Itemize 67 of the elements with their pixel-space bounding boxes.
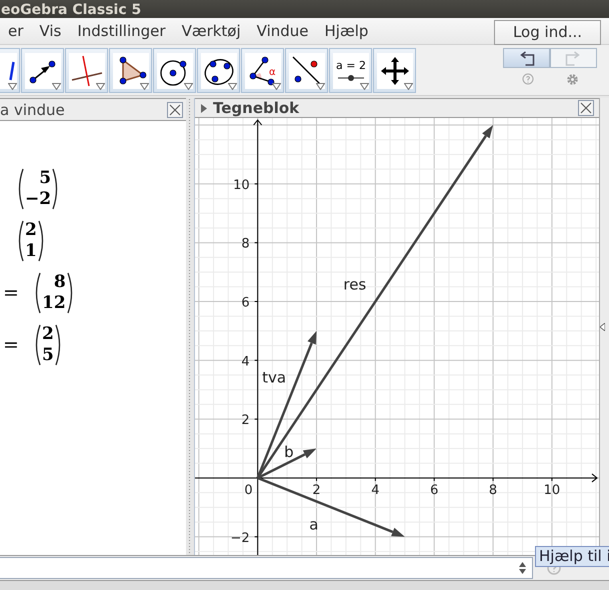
perpendicular-lines-icon: [70, 54, 104, 88]
undo-button[interactable]: [503, 48, 550, 68]
collapse-triangle-icon[interactable]: [600, 322, 605, 330]
vector-component: 12: [42, 292, 66, 314]
vector-component: 5: [39, 168, 52, 188]
tool-button[interactable]: [153, 48, 196, 93]
vector-label: b: [284, 443, 294, 462]
axis-tick-label: 2: [241, 413, 250, 428]
tool-button[interactable]: [21, 48, 64, 93]
dropdown-triangle-icon: [228, 83, 237, 90]
expand-triangle-icon[interactable]: [201, 104, 207, 112]
menu-item[interactable]: Hjælp: [316, 22, 376, 40]
axis-tick-label: 10: [544, 482, 560, 498]
window-title: eoGebra Classic 5: [0, 2, 142, 18]
equals-sign: =: [3, 334, 20, 356]
dropdown-triangle-icon: [316, 83, 325, 90]
dropdown-triangle-icon: [8, 83, 17, 90]
vector-label: tva: [262, 368, 286, 386]
dropdown-triangle-icon: [184, 83, 193, 90]
axis-tick-label: 6: [241, 296, 250, 310]
axis-tick-label: 4: [241, 354, 250, 370]
up-down-arrows-icon[interactable]: [519, 562, 526, 574]
axis-tick-label: 8: [488, 482, 498, 498]
tool-button[interactable]: a = 2: [329, 48, 372, 93]
dropdown-triangle-icon: [140, 83, 149, 90]
tool-button[interactable]: α: [241, 48, 284, 93]
tool-button[interactable]: [285, 48, 328, 93]
axis-tick-label: 4: [371, 482, 380, 498]
tool-button[interactable]: [197, 48, 240, 93]
tool-button[interactable]: [109, 48, 152, 93]
axis-tick-label: 8: [241, 236, 250, 252]
angle-label: α: [268, 66, 276, 78]
panel-title: a vindue: [0, 100, 66, 118]
axis-tick-label: 6: [430, 482, 438, 498]
menu-item[interactable]: Vis: [31, 22, 70, 40]
vector-label: res: [343, 276, 366, 294]
origin-label: 0: [244, 482, 253, 498]
vector-component: 2: [42, 324, 54, 344]
panel-title: Tegneblok: [213, 99, 300, 117]
vector-component: 8: [54, 272, 66, 292]
login-button[interactable]: Log ind...: [494, 20, 601, 44]
axis-tick-label: 10: [233, 178, 250, 193]
dropdown-triangle-icon: [360, 83, 369, 90]
vector-label: a: [309, 515, 318, 534]
tool-button[interactable]: [373, 48, 416, 93]
dropdown-triangle-icon: [52, 83, 61, 90]
input-field[interactable]: [0, 557, 533, 579]
menu-item[interactable]: Vindue: [248, 22, 317, 40]
undo-arrow-icon: [518, 50, 535, 66]
vector-component: −2: [25, 188, 52, 210]
vector-component: 1: [25, 240, 37, 262]
close-icon[interactable]: [167, 102, 183, 118]
pen-stroke-icon: [8, 60, 14, 80]
menu-item[interactable]: er: [0, 22, 32, 40]
equals-sign: =: [3, 282, 20, 304]
dropdown-triangle-icon: [96, 83, 105, 90]
axis-tick-label: 2: [312, 482, 321, 498]
close-icon[interactable]: [578, 100, 594, 116]
redo-arrow-icon: [565, 50, 582, 66]
menu-item[interactable]: Værktøj: [174, 22, 249, 40]
dropdown-triangle-icon: [272, 83, 281, 90]
slider-label: a = 2: [336, 58, 366, 72]
axis-tick-label: −2: [230, 530, 250, 546]
vector-component: 2: [25, 220, 37, 240]
menu-item[interactable]: Indstillinger: [69, 22, 174, 40]
vector-component: 5: [42, 344, 54, 366]
dropdown-triangle-icon: [404, 83, 413, 90]
